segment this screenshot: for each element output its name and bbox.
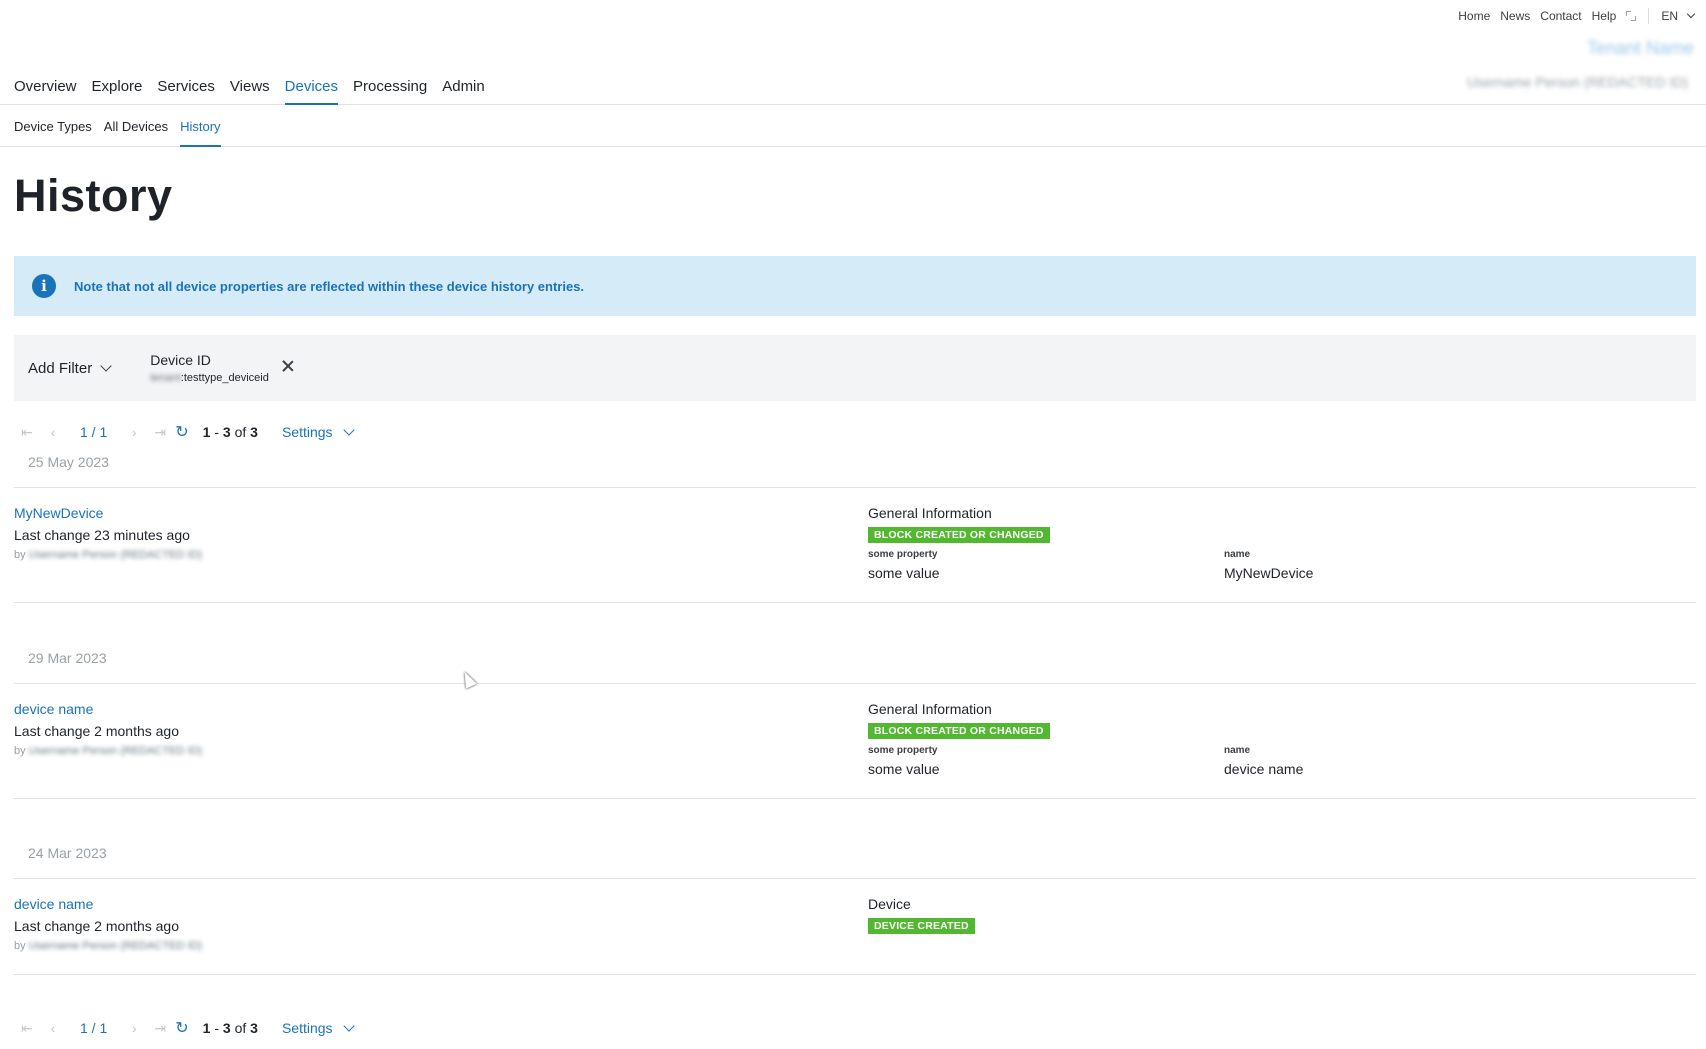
nav-explore[interactable]: Explore [85,70,150,105]
changed-by-user: Username Person (REDACTED ID) [28,940,203,952]
property-key: name [1224,745,1251,756]
refresh-icon[interactable]: ↻ [175,422,188,442]
date-label: 25 May 2023 [28,454,109,470]
add-filter-button[interactable]: Add Filter [28,359,112,377]
tab-all-devices[interactable]: All Devices [98,115,174,147]
next-page-icon[interactable]: › [121,424,147,440]
changed-by-user: Username Person (REDACTED ID) [28,549,203,561]
property: some property some value [868,549,1224,581]
date-label: 29 Mar 2023 [28,650,107,666]
tab-history[interactable]: History [174,115,226,147]
section-title: Device [868,896,911,912]
settings-button[interactable]: Settings [281,424,355,440]
info-banner: i Note that not all device properties ar… [14,256,1696,316]
changed-by-user: Username Person (REDACTED ID) [28,745,203,757]
mouse-cursor-icon [459,669,477,689]
settings-label: Settings [281,1020,333,1036]
result-range: 1 - 3 of 3 [202,1020,258,1036]
info-text: Note that not all device properties are … [74,278,585,294]
property: name device name [1224,745,1580,777]
settings-label: Settings [281,424,333,440]
history-entry: MyNewDevice Last change 23 minutes ago b… [14,505,1696,581]
date-label: 24 Mar 2023 [28,845,107,861]
result-range: 1 - 3 of 3 [202,424,258,440]
chevron-down-icon [342,1020,355,1032]
divider [14,974,1696,975]
nav-admin[interactable]: Admin [435,70,492,105]
filter-bar: Add Filter Device ID tenant:testtype_dev… [14,335,1696,401]
next-page-icon[interactable]: › [121,1020,147,1036]
filter-chip-device-id: Device ID tenant:testtype_deviceid [150,352,295,384]
add-filter-label: Add Filter [28,359,93,377]
section-title: General Information [868,701,992,717]
divider [14,487,1696,488]
page-title: History [14,170,173,221]
page-indicator[interactable]: 1 / 1 [80,1020,107,1036]
divider [14,683,1696,684]
property-value: some value [868,565,940,581]
nav-overview[interactable]: Overview [14,70,84,105]
refresh-icon[interactable]: ↻ [175,1018,188,1038]
divider [14,798,1696,799]
property-list: some property some value name MyNewDevic… [868,549,1580,581]
change-details: General Information BLOCK CREATED OR CHA… [868,505,1580,581]
nav-views[interactable]: Views [223,70,277,105]
filter-chip-label: Device ID [150,352,211,368]
history-entry: device name Last change 2 months ago by U… [14,701,1696,777]
prev-page-icon[interactable]: ‹ [40,1020,66,1036]
filter-chip-tenant: tenant [150,372,181,384]
pager-top: ⇤ ‹ 1 / 1 › ⇥ ↻ 1 - 3 of 3 Settings [14,420,355,444]
chevron-down-icon [100,360,112,372]
page-indicator[interactable]: 1 / 1 [80,424,107,440]
last-page-icon[interactable]: ⇥ [147,1020,173,1037]
status-badge: BLOCK CREATED OR CHANGED [868,723,1050,739]
settings-button[interactable]: Settings [281,1020,355,1036]
section-title: General Information [868,505,992,521]
filter-chip-value: tenant:testtype_deviceid [150,372,269,384]
nav-processing[interactable]: Processing [346,70,434,105]
remove-filter-icon[interactable] [281,359,295,373]
history-entry: device name Last change 2 months ago by U… [14,896,1696,952]
property-list: some property some value name device nam… [868,745,1580,777]
info-icon: i [32,274,56,298]
changed-by: by Username Person (REDACTED ID) [14,940,203,952]
chevron-down-icon [342,424,355,436]
change-details: Device DEVICE CREATED [868,896,975,934]
device-link[interactable]: device name [14,896,1696,912]
property-value: device name [1224,761,1304,777]
last-change: Last change 2 months ago [14,918,180,934]
pager-bottom: ⇤ ‹ 1 / 1 › ⇥ ↻ 1 - 3 of 3 Settings [14,1016,355,1040]
sub-nav: Device Types All Devices History [0,105,1706,147]
property-key: name [1224,549,1251,560]
property-key: some property [868,549,938,560]
property: name MyNewDevice [1224,549,1580,581]
divider [14,878,1696,879]
nav-devices[interactable]: Devices [278,70,345,105]
property-value: some value [868,761,940,777]
tab-device-types[interactable]: Device Types [14,115,98,147]
property-key: some property [868,745,938,756]
main-nav: Overview Explore Services Views Devices … [0,0,1706,105]
status-badge: DEVICE CREATED [868,918,975,934]
prev-page-icon[interactable]: ‹ [40,424,66,440]
nav-services[interactable]: Services [150,70,222,105]
last-page-icon[interactable]: ⇥ [147,424,173,441]
divider [14,602,1696,603]
filter-chip-id: :testtype_deviceid [180,372,269,384]
status-badge: BLOCK CREATED OR CHANGED [868,527,1050,543]
first-page-icon[interactable]: ⇤ [14,424,40,441]
first-page-icon[interactable]: ⇤ [14,1020,40,1037]
property-value: MyNewDevice [1224,565,1314,581]
property: some property some value [868,745,1224,777]
change-details: General Information BLOCK CREATED OR CHA… [868,701,1580,777]
